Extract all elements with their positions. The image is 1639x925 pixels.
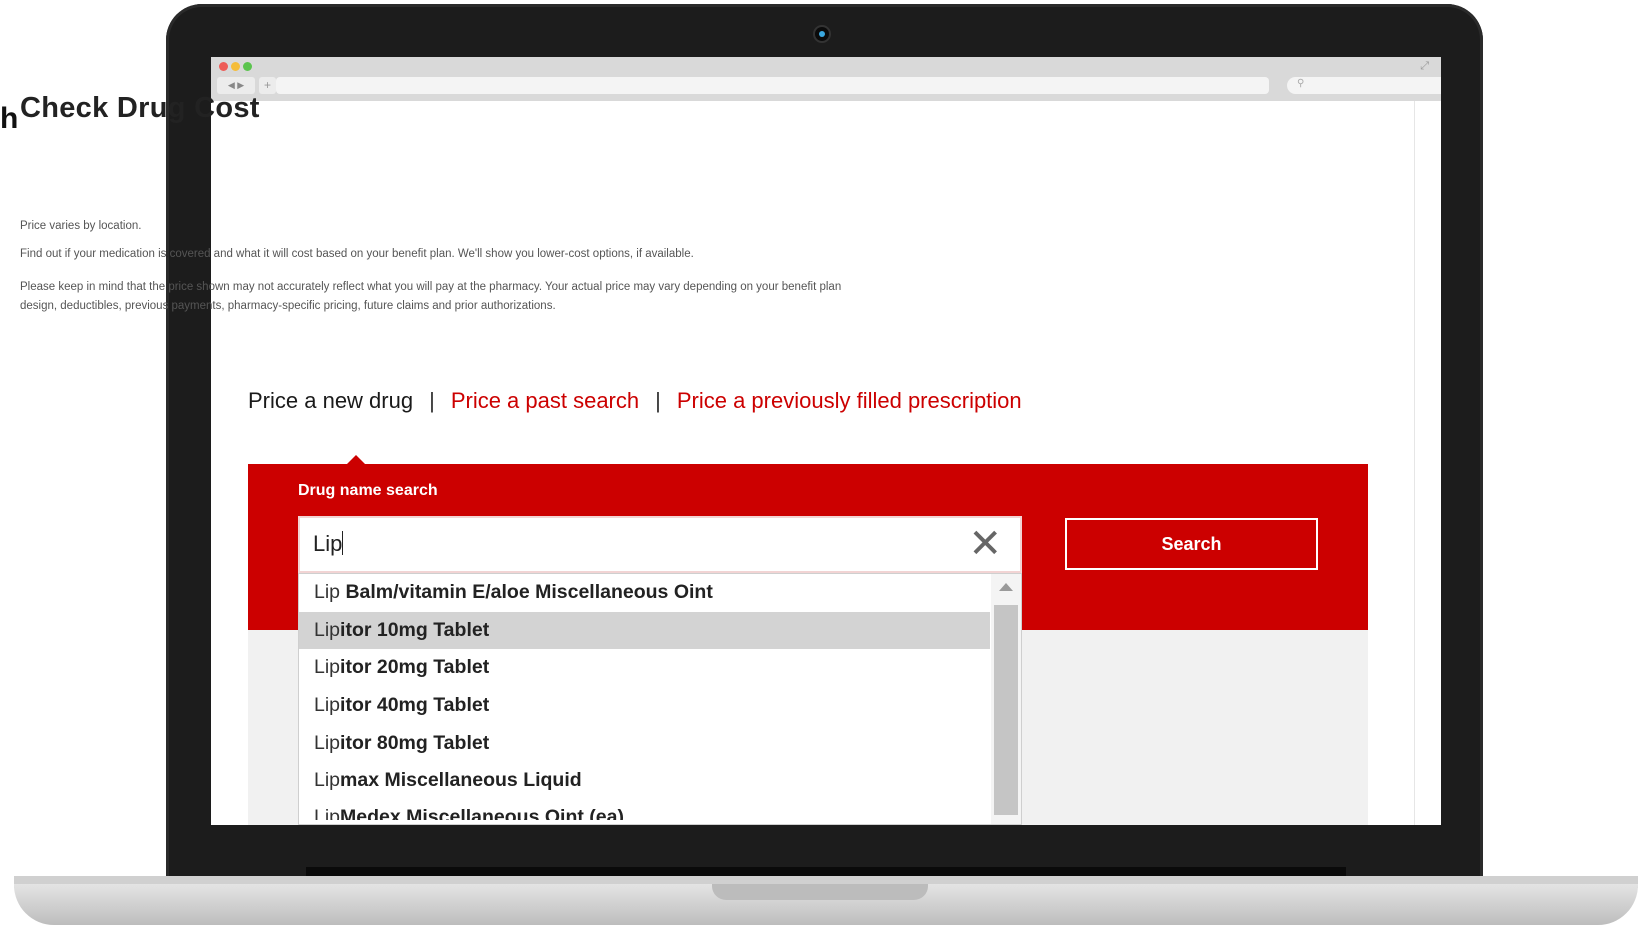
minimize-window-dot[interactable] — [231, 62, 240, 71]
browser-search-bar[interactable]: ⚲ — [1287, 77, 1441, 94]
chevron-up-icon[interactable] — [999, 583, 1013, 591]
search-icon: ⚲ — [1297, 78, 1305, 89]
intro-location-note: Price varies by location. — [20, 220, 142, 232]
intro-coverage-note: Find out if your medication is covered a… — [20, 248, 694, 260]
close-window-dot[interactable] — [219, 62, 228, 71]
suggestion-match: itor 20mg Tablet — [340, 656, 490, 679]
tab-price-previous-prescription[interactable]: Price a previously filled prescription — [677, 388, 1022, 413]
close-icon[interactable]: ✕ — [968, 524, 1002, 564]
suggestion-item[interactable]: Lip Balm/vitamin E/aloe Miscellaneous Oi… — [299, 574, 1021, 612]
tab-price-new-drug[interactable]: Price a new drug — [248, 388, 413, 413]
new-tab-button[interactable]: + — [259, 77, 276, 94]
suggestion-match: Balm/vitamin E/aloe Miscellaneous Oint — [340, 581, 713, 603]
tab-price-past-search[interactable]: Price a past search — [451, 388, 639, 413]
url-bar[interactable] — [276, 77, 1269, 94]
suggestion-item[interactable]: Lipitor 80mg Tablet — [299, 725, 1021, 763]
suggestion-match: itor 40mg Tablet — [340, 694, 490, 717]
scrollbar-thumb[interactable] — [994, 605, 1018, 815]
suggestion-item[interactable]: LipMedex Miscellaneous Oint (ea) — [299, 800, 1021, 820]
suggestion-item[interactable]: Lipitor 20mg Tablet — [299, 649, 1021, 687]
suggestion-prefix: Lip — [314, 656, 341, 679]
laptop-notch — [712, 884, 928, 900]
camera-icon — [815, 27, 829, 41]
suggestion-prefix: Lip — [314, 581, 341, 603]
text-cursor — [342, 531, 344, 555]
expand-icon[interactable]: ⤢ — [1420, 60, 1429, 73]
maximize-window-dot[interactable] — [243, 62, 252, 71]
dropdown-scrollbar[interactable] — [991, 574, 1021, 824]
page-title: Check Drug Cost — [20, 92, 260, 124]
suggestion-prefix: Lip — [314, 769, 341, 792]
suggestion-match: max Miscellaneous Liquid — [340, 769, 582, 792]
browser-chrome: ◀ ▶ + ⚲ ⤢ — [211, 57, 1441, 101]
page-edge-fragment: h — [0, 102, 19, 135]
search-input-value: Lip — [313, 531, 344, 557]
suggestion-prefix: Lip — [314, 694, 341, 717]
search-input-text: Lip — [313, 531, 343, 556]
tab-separator: | — [429, 388, 435, 413]
suggestion-prefix: Lip — [314, 731, 341, 754]
suggestion-list: Lip Balm/vitamin E/aloe Miscellaneous Oi… — [299, 574, 1021, 820]
drug-search-input[interactable]: Lip ✕ — [298, 516, 1022, 573]
suggestion-match: Medex Miscellaneous Oint (ea) — [340, 806, 624, 821]
suggestion-dropdown: Lip Balm/vitamin E/aloe Miscellaneous Oi… — [298, 573, 1022, 825]
suggestion-item[interactable]: Lipitor 40mg Tablet — [299, 687, 1021, 725]
page-divider — [1414, 101, 1415, 825]
drug-search-label: Drug name search — [298, 482, 438, 499]
pricing-tabs: Price a new drug | Price a past search | Pri… — [248, 388, 1022, 414]
suggestion-prefix: Lip — [314, 618, 341, 641]
suggestion-match: itor 80mg Tablet — [340, 731, 490, 754]
intro-disclaimer: Please keep in mind that the price shown… — [20, 281, 842, 312]
suggestion-match: itor 10mg Tablet — [340, 618, 490, 641]
suggestion-item[interactable]: Lipmax Miscellaneous Liquid — [299, 762, 1021, 800]
tab-separator: | — [655, 388, 661, 413]
suggestion-item[interactable]: Lipitor 10mg Tablet — [299, 611, 990, 650]
search-button[interactable]: Search — [1065, 518, 1318, 570]
suggestion-prefix: Lip — [314, 806, 341, 821]
